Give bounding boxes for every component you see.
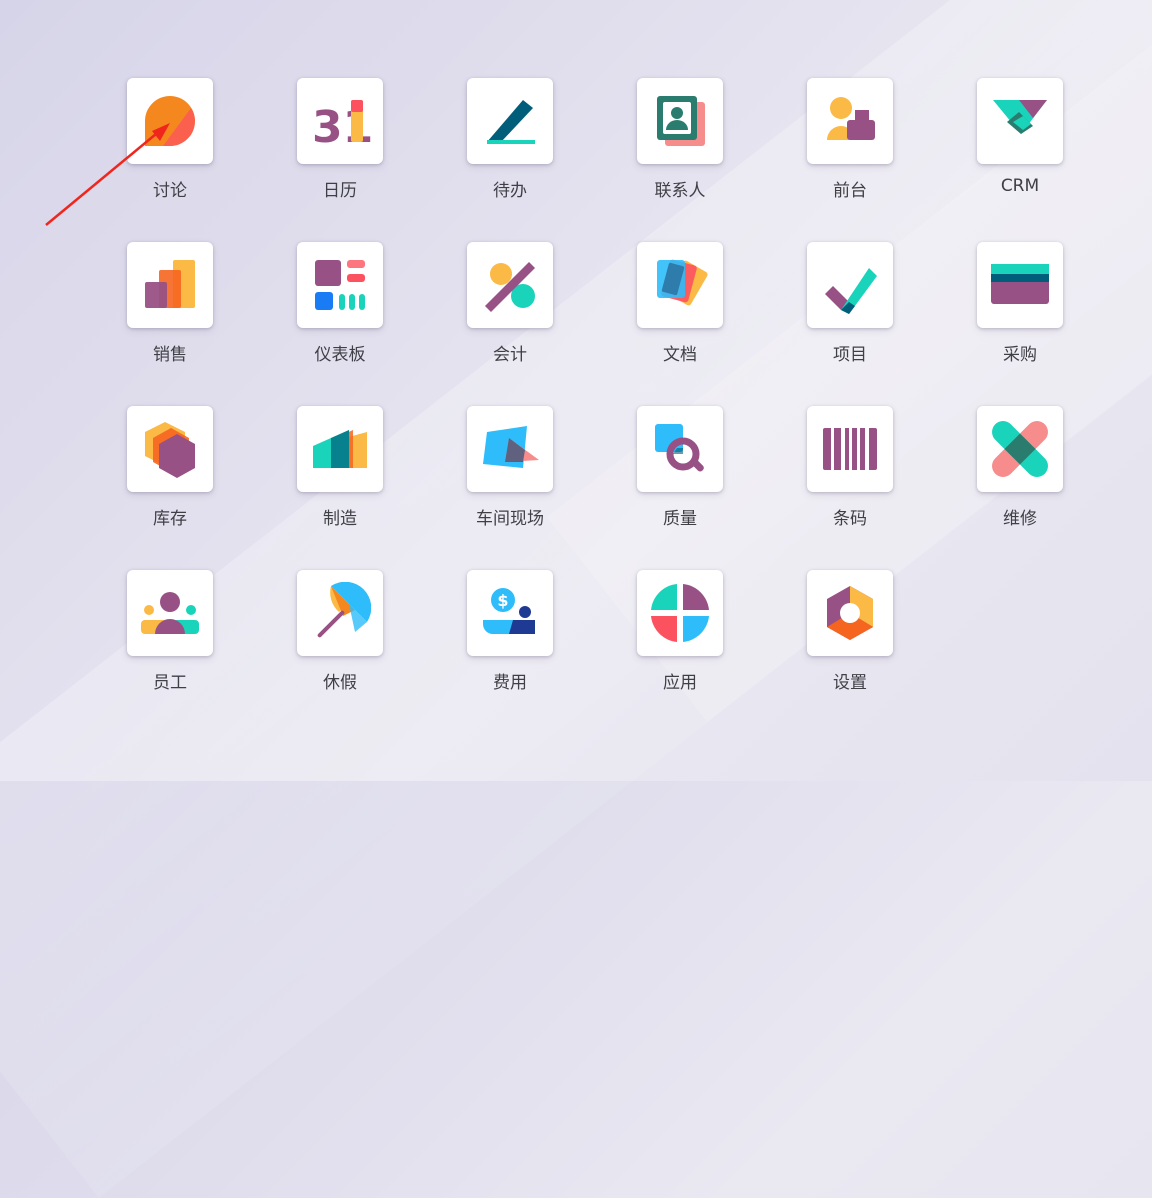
app-dashboards[interactable]: 仪表板	[270, 242, 410, 382]
manufacturing-icon	[313, 430, 367, 468]
app-shopfloor[interactable]: 车间现场	[440, 406, 580, 546]
app-todo[interactable]: 待办	[440, 78, 580, 218]
app-grid: 讨论 31 日历 待办 联系人 前台 CRM 销售 仪表板 会计 文档 项目 采…	[0, 0, 1152, 781]
app-purchase[interactable]: 采购	[950, 242, 1090, 382]
app-tile[interactable]	[127, 242, 213, 328]
frontdesk-icon	[827, 97, 875, 140]
app-label: 应用	[663, 673, 697, 693]
app-quality[interactable]: 质量	[610, 406, 750, 546]
app-tile[interactable]	[807, 406, 893, 492]
app-label: 费用	[493, 673, 527, 693]
app-contacts[interactable]: 联系人	[610, 78, 750, 218]
app-tile[interactable]	[297, 242, 383, 328]
app-tile[interactable]	[127, 570, 213, 656]
sales-icon	[145, 260, 195, 308]
app-label: 质量	[663, 509, 697, 529]
employees-icon	[141, 592, 199, 634]
accounting-icon	[485, 262, 535, 312]
app-tile[interactable]	[637, 406, 723, 492]
app-label: 文档	[663, 345, 697, 365]
app-label: 维修	[1003, 509, 1037, 529]
expenses-icon: $	[483, 588, 535, 634]
app-tile[interactable]	[977, 406, 1063, 492]
app-tile[interactable]	[127, 78, 213, 164]
barcode-icon	[823, 428, 877, 470]
app-timeoff[interactable]: 休假	[270, 570, 410, 710]
app-label: 车间现场	[476, 509, 544, 529]
app-tile[interactable]	[637, 242, 723, 328]
app-discuss[interactable]: 讨论	[100, 78, 240, 218]
documents-icon	[657, 259, 708, 306]
app-tile[interactable]	[297, 570, 383, 656]
app-tile[interactable]	[297, 406, 383, 492]
shopfloor-icon	[483, 426, 539, 468]
apps-icon	[651, 584, 709, 642]
app-label: 仪表板	[314, 345, 366, 365]
timeoff-icon	[317, 582, 371, 638]
app-apps[interactable]: 应用	[610, 570, 750, 710]
app-label: 待办	[493, 181, 527, 201]
contacts-icon	[657, 96, 705, 146]
app-label: CRM	[1000, 176, 1040, 196]
app-tile[interactable]	[467, 78, 553, 164]
app-tile[interactable]	[467, 242, 553, 328]
app-tile[interactable]	[977, 78, 1063, 164]
app-settings[interactable]: 设置	[780, 570, 920, 710]
app-project[interactable]: 项目	[780, 242, 920, 382]
maintenance-icon	[992, 421, 1048, 477]
app-tile[interactable]: $	[467, 570, 553, 656]
app-label: 休假	[323, 673, 357, 693]
quality-icon	[655, 424, 704, 472]
settings-icon	[827, 586, 873, 640]
app-documents[interactable]: 文档	[610, 242, 750, 382]
app-crm[interactable]: CRM	[950, 78, 1090, 218]
app-tile[interactable]	[467, 406, 553, 492]
app-label: 会计	[493, 345, 527, 365]
inventory-icon	[145, 422, 195, 478]
app-tile[interactable]	[637, 78, 723, 164]
app-label: 前台	[833, 181, 867, 201]
app-tile[interactable]	[807, 78, 893, 164]
app-label: 项目	[833, 345, 867, 365]
app-tile[interactable]	[977, 242, 1063, 328]
app-label: 设置	[833, 673, 867, 693]
app-tile[interactable]	[127, 406, 213, 492]
discuss-icon	[145, 96, 195, 146]
app-tile[interactable]: 31	[297, 78, 383, 164]
app-employees[interactable]: 员工	[100, 570, 240, 710]
app-sales[interactable]: 销售	[100, 242, 240, 382]
app-label: 条码	[833, 509, 867, 529]
app-maintenance[interactable]: 维修	[950, 406, 1090, 546]
project-icon	[825, 268, 877, 314]
app-inventory[interactable]: 库存	[100, 406, 240, 546]
svg-text:$: $	[497, 591, 508, 610]
app-expenses[interactable]: $ 费用	[440, 570, 580, 710]
app-label: 员工	[153, 673, 187, 693]
app-label: 讨论	[153, 181, 187, 201]
app-tile[interactable]	[807, 570, 893, 656]
dashboards-icon	[315, 260, 365, 310]
app-label: 采购	[1003, 345, 1037, 365]
app-label: 库存	[153, 509, 187, 529]
purchase-icon	[991, 264, 1049, 304]
app-frontdesk[interactable]: 前台	[780, 78, 920, 218]
app-label: 制造	[323, 509, 357, 529]
todo-icon	[487, 100, 535, 144]
app-barcode[interactable]: 条码	[780, 406, 920, 546]
app-label: 日历	[323, 181, 357, 201]
app-accounting[interactable]: 会计	[440, 242, 580, 382]
app-label: 销售	[153, 345, 187, 365]
app-manufacturing[interactable]: 制造	[270, 406, 410, 546]
calendar-icon: 31	[312, 100, 371, 152]
app-calendar[interactable]: 31 日历	[270, 78, 410, 218]
app-tile[interactable]	[807, 242, 893, 328]
app-label: 联系人	[654, 181, 706, 201]
app-tile[interactable]	[637, 570, 723, 656]
crm-icon	[993, 100, 1047, 134]
